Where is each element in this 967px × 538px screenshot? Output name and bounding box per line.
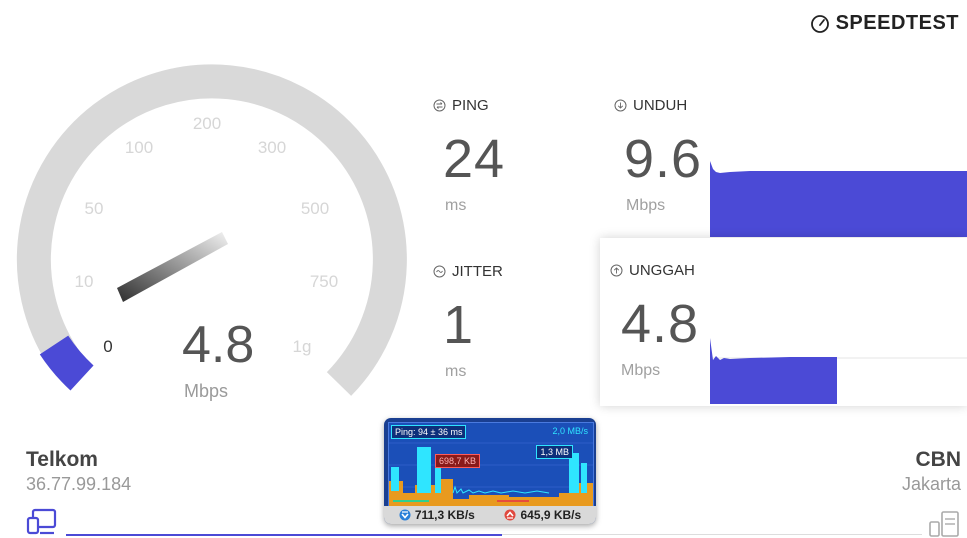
upload-arrow-icon bbox=[504, 509, 516, 521]
gauge-tick-750: 750 bbox=[309, 272, 339, 291]
widget-ping-text: Ping: 94 ± 36 ms bbox=[391, 425, 467, 439]
download-icon bbox=[614, 99, 627, 112]
gauge-tick-50: 50 bbox=[84, 199, 104, 218]
gauge-tick-200: 200 bbox=[192, 114, 222, 133]
gauge-icon bbox=[810, 14, 829, 33]
widget-mid-right: 1,3 MB bbox=[536, 445, 573, 459]
download-unit: Mbps bbox=[626, 197, 666, 214]
upload-label: UNGGAH bbox=[610, 262, 695, 279]
upload-rate-text: 645,9 KB/s bbox=[520, 508, 582, 522]
upload-unit: Mbps bbox=[621, 362, 661, 379]
gauge-speed-unit: Mbps bbox=[184, 381, 229, 401]
server-name: CBN bbox=[915, 448, 962, 471]
upload-label-text: UNGGAH bbox=[629, 262, 695, 279]
download-arrow-icon bbox=[399, 509, 411, 521]
network-monitor-widget[interactable]: Ping: 94 ± 36 ms 2,0 MB/s 1,3 MB 698,7 K… bbox=[384, 418, 596, 524]
widget-download-rate: 711,3 KB/s bbox=[399, 508, 475, 522]
upload-icon bbox=[610, 264, 623, 277]
gauge-tick-1g: 1g bbox=[292, 337, 312, 356]
gauge-tick-10: 10 bbox=[74, 272, 94, 291]
gauge-tick-300: 300 bbox=[257, 138, 287, 157]
isp-ip: 36.77.99.184 bbox=[26, 474, 132, 494]
ping-icon bbox=[433, 99, 446, 112]
jitter-icon bbox=[433, 265, 446, 278]
gauge-fill bbox=[39, 335, 94, 391]
ping-value: 24 bbox=[443, 129, 506, 189]
isp-name: Telkom bbox=[26, 448, 98, 471]
server-icon bbox=[929, 511, 959, 537]
test-progress-track bbox=[502, 534, 922, 535]
download-rate-text: 711,3 KB/s bbox=[414, 508, 475, 522]
download-label-text: UNDUH bbox=[633, 97, 688, 114]
upload-graph bbox=[710, 338, 967, 404]
ping-label-text: PING bbox=[452, 97, 489, 114]
gauge-speed-value: 4.8 bbox=[182, 316, 255, 374]
download-value: 9.6 bbox=[624, 129, 703, 189]
speedtest-logo: SPEEDTEST bbox=[810, 12, 959, 35]
jitter-value: 1 bbox=[443, 295, 475, 355]
jitter-label: JITTER bbox=[433, 263, 503, 280]
network-traffic-graph: Ping: 94 ± 36 ms 2,0 MB/s 1,3 MB 698,7 K… bbox=[388, 422, 594, 508]
widget-top-right: 2,0 MB/s bbox=[552, 426, 588, 436]
brand-label: SPEEDTEST bbox=[835, 12, 959, 34]
gauge-tick-100: 100 bbox=[124, 138, 154, 157]
download-label: UNDUH bbox=[614, 97, 687, 114]
gauge-tick-500: 500 bbox=[300, 199, 330, 218]
upload-value: 4.8 bbox=[621, 294, 700, 354]
widget-footer: 711,3 KB/s 645,9 KB/s bbox=[384, 506, 596, 524]
jitter-label-text: JITTER bbox=[452, 263, 503, 280]
test-progress-bar bbox=[66, 534, 502, 536]
widget-mid-left: 698,7 KB bbox=[435, 454, 481, 468]
computer-icon bbox=[26, 508, 57, 535]
ping-unit: ms bbox=[445, 197, 467, 214]
upload-card: UNGGAH 4.8 Mbps bbox=[600, 238, 967, 406]
jitter-unit: ms bbox=[445, 363, 467, 380]
gauge-tick-0: 0 bbox=[103, 337, 113, 356]
widget-upload-rate: 645,9 KB/s bbox=[504, 508, 581, 522]
ping-label: PING bbox=[433, 97, 489, 114]
server-location: Jakarta bbox=[901, 474, 961, 494]
download-graph bbox=[710, 161, 967, 237]
gauge-needle bbox=[117, 232, 228, 302]
